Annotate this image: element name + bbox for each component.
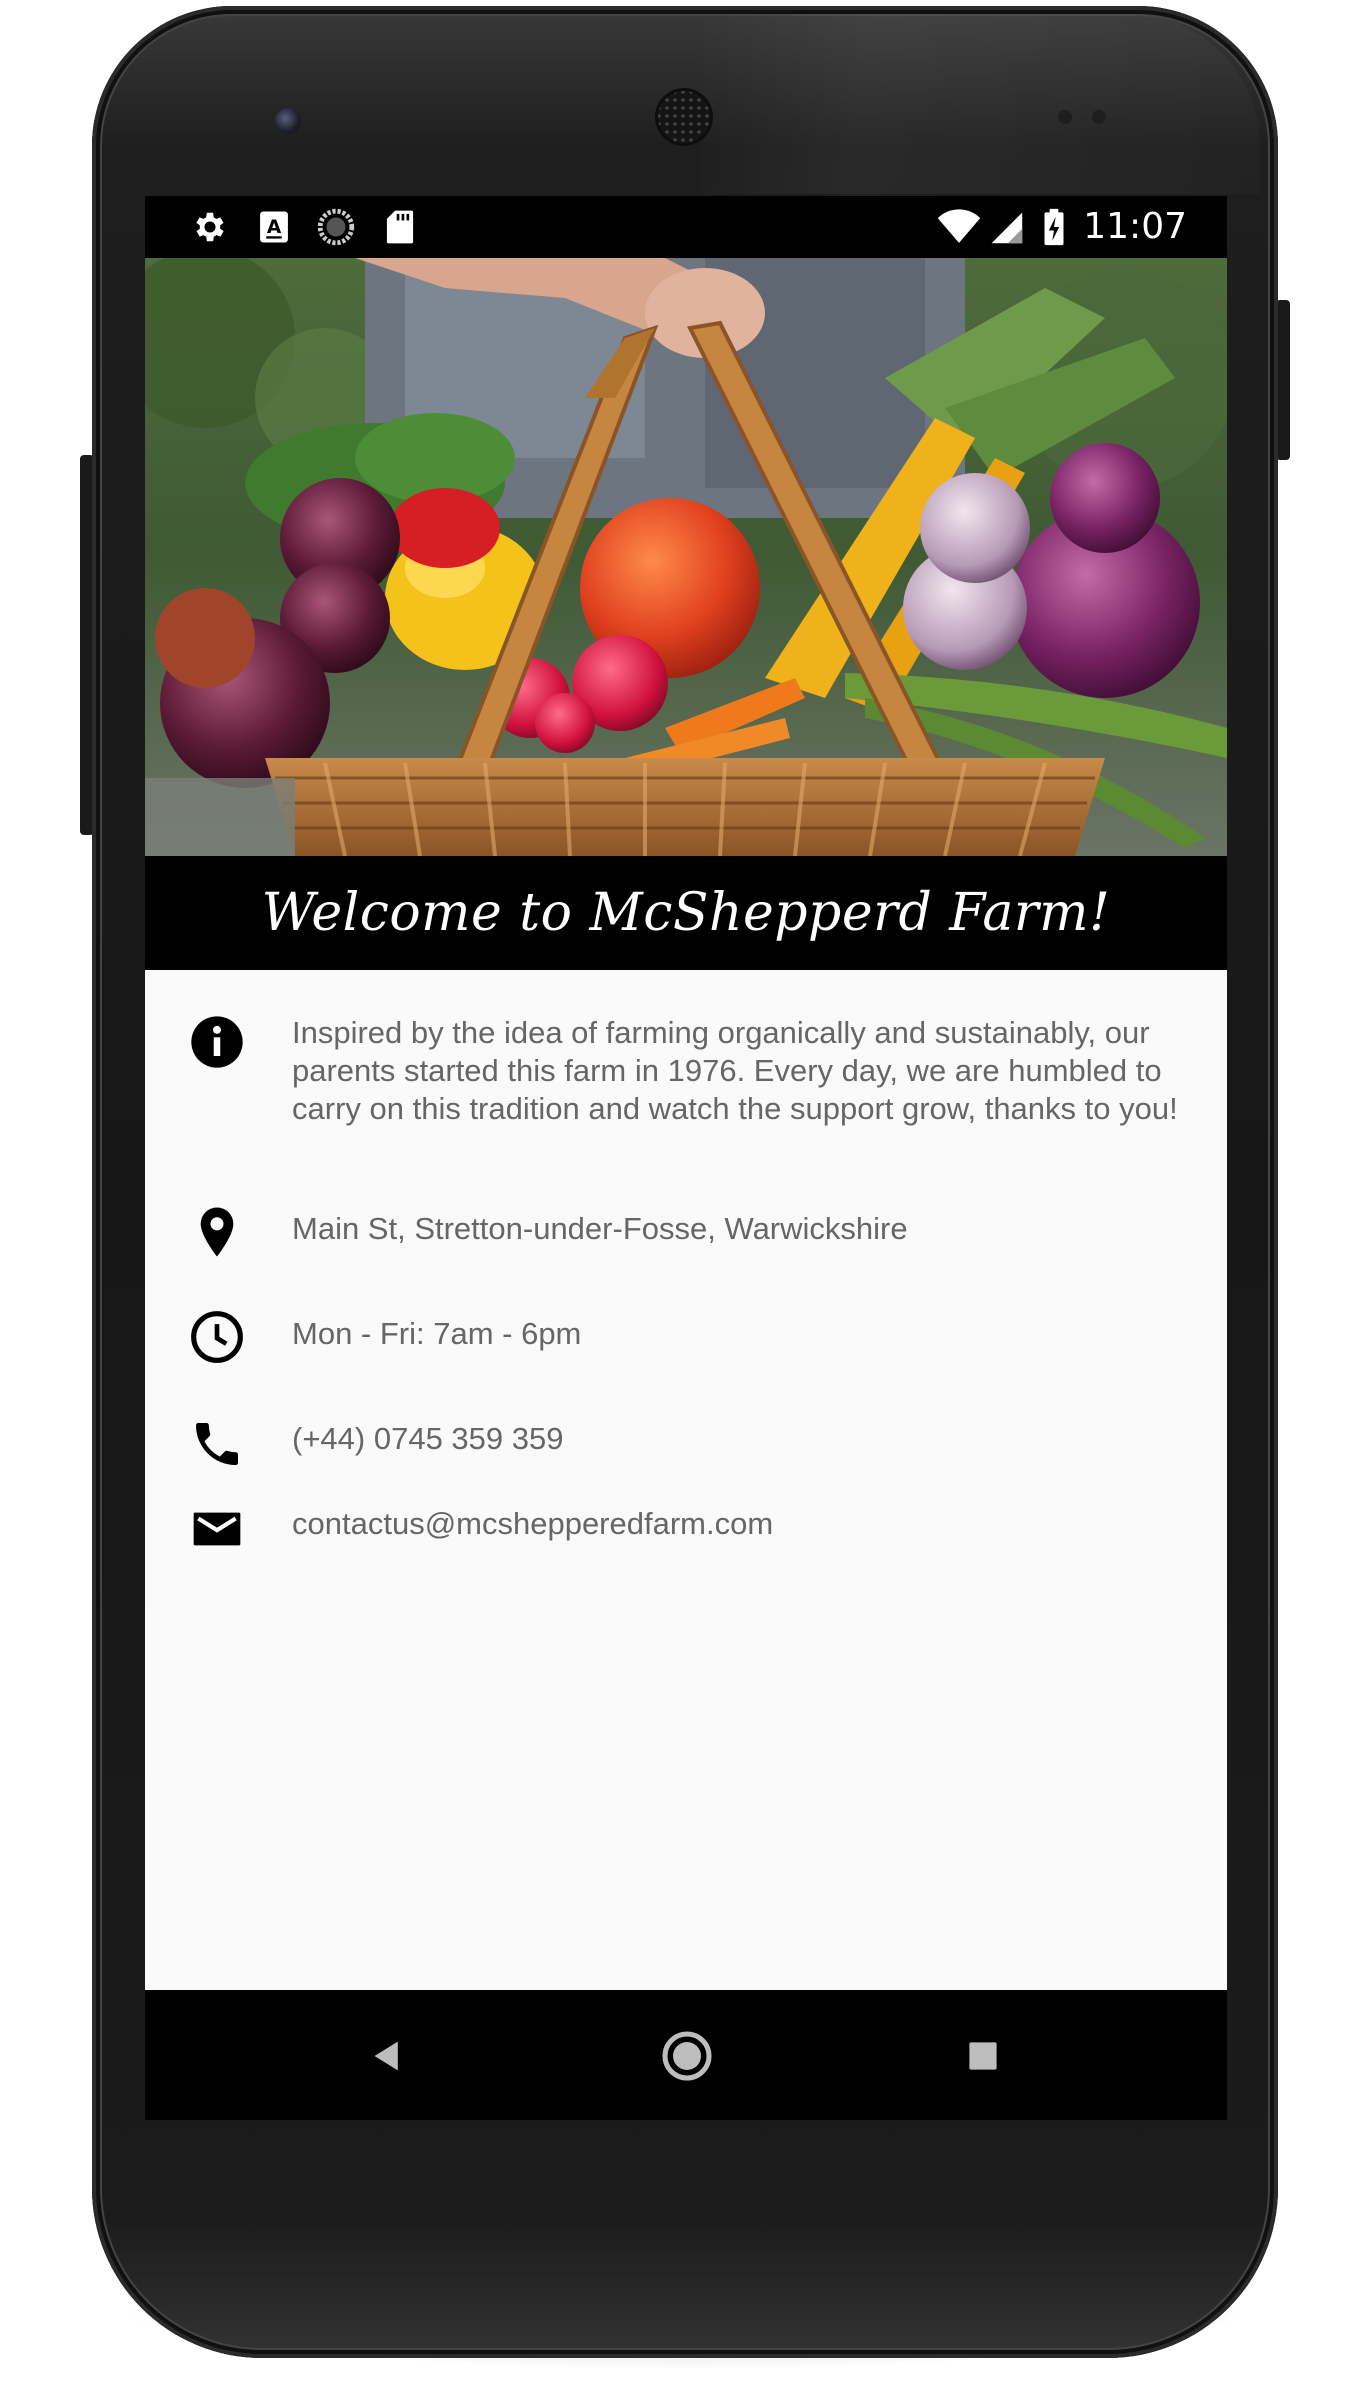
recents-icon[interactable] — [955, 2028, 1011, 2084]
back-icon[interactable] — [359, 2028, 415, 2084]
sync-circle-icon — [317, 208, 355, 246]
keyboard-a-icon: A — [255, 208, 293, 246]
navigation-bar — [145, 1990, 1227, 2120]
location-pin-icon — [189, 1204, 245, 1260]
welcome-title: Welcome to McShepperd Farm! — [261, 883, 1111, 943]
battery-charging-icon — [1035, 208, 1073, 246]
home-icon[interactable] — [659, 2028, 715, 2084]
clock-icon — [189, 1309, 245, 1365]
status-bar: A 11:07 — [145, 196, 1227, 258]
screen: A 11:07 Welcome to McShepperd Farm! Insp… — [145, 196, 1227, 2120]
info-icon — [189, 1014, 245, 1070]
address-text[interactable]: Main St, Stretton-under-Fosse, Warwicksh… — [292, 1210, 1192, 1248]
volume-button — [1276, 300, 1290, 460]
light-sensor — [1092, 110, 1106, 124]
email-text[interactable]: contactus@mcshepperedfarm.com — [292, 1505, 1192, 1543]
earpiece-speaker — [655, 88, 713, 146]
wifi-icon — [935, 208, 983, 246]
status-time: 11:07 — [1083, 206, 1187, 247]
front-camera-icon — [275, 108, 301, 134]
gear-icon — [191, 208, 229, 246]
phone-icon — [189, 1416, 245, 1472]
phone-glare — [700, 14, 1260, 194]
hero-image-vegetable-basket — [145, 258, 1227, 856]
welcome-banner: Welcome to McShepperd Farm! — [145, 856, 1227, 970]
phone-text[interactable]: (+44) 0745 359 359 — [292, 1420, 1192, 1458]
hours-text: Mon - Fri: 7am - 6pm — [292, 1316, 582, 1351]
svg-text:A: A — [267, 217, 282, 238]
about-text: Inspired by the idea of farming organica… — [292, 1015, 1178, 1126]
cell-signal-icon — [987, 208, 1025, 246]
email-icon — [189, 1501, 245, 1557]
proximity-sensor — [1058, 110, 1072, 124]
farm-info-list: Inspired by the idea of farming organica… — [145, 970, 1227, 1990]
sd-card-icon — [381, 208, 419, 246]
